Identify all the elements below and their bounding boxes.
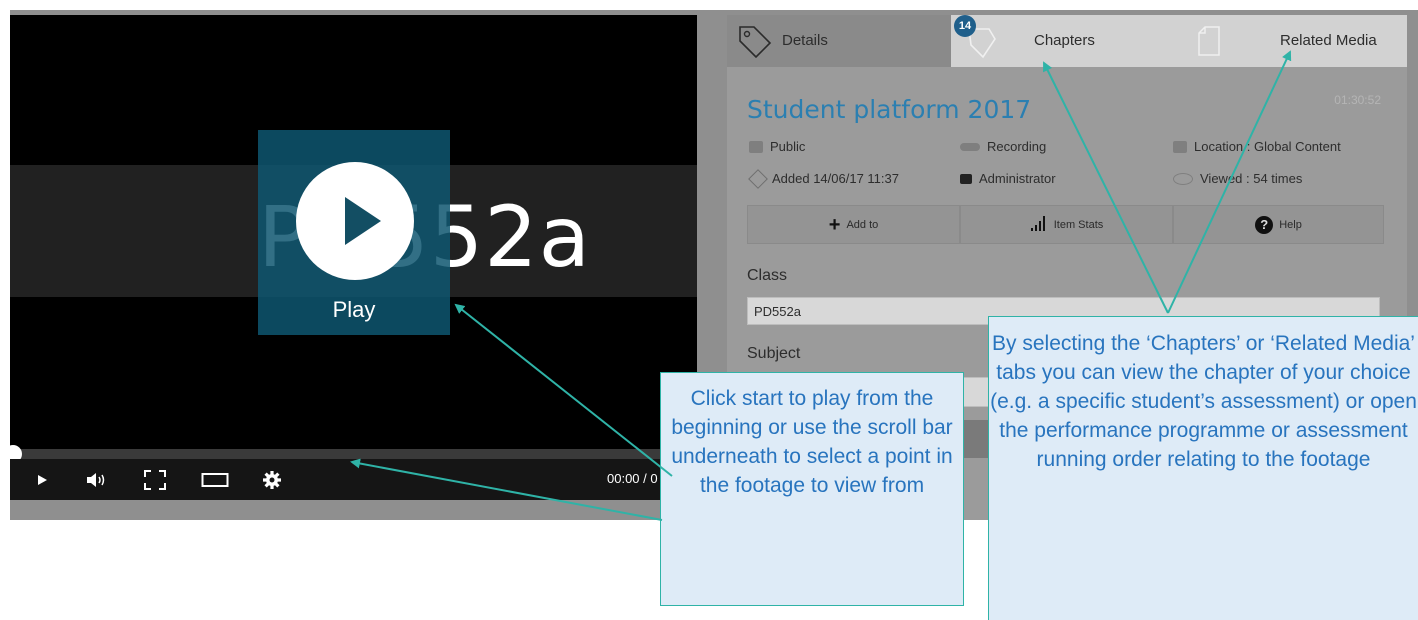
location-info: Location : Global Content	[1173, 139, 1341, 154]
video-player[interactable]: PD552a Play 00:00 / 0	[10, 15, 697, 520]
tab-bar: Details Chapters Related Media	[727, 15, 1407, 67]
recording-icon	[960, 142, 980, 151]
help-label: Help	[1279, 218, 1302, 231]
tab-details-label: Details	[782, 32, 828, 49]
type-info: Recording	[960, 139, 1046, 154]
added-info: Added 14/06/17 11:37	[748, 168, 899, 189]
folder-icon	[1173, 140, 1187, 153]
item-stats-label: Item Stats	[1053, 218, 1104, 231]
callout-play-instructions: Click start to play from the beginning o…	[660, 372, 964, 606]
play-icon[interactable]	[30, 459, 54, 500]
big-play-button[interactable]: Play	[258, 130, 450, 335]
tab-related-media-label: Related Media	[1280, 32, 1377, 49]
tab-details[interactable]: Details	[727, 15, 951, 67]
owner-info: Administrator	[960, 171, 1056, 186]
document-icon	[1197, 25, 1221, 62]
chapters-count-badge: 14	[954, 15, 976, 37]
fullscreen-icon[interactable]	[142, 459, 168, 500]
tab-related-media[interactable]: Related Media	[1184, 15, 1407, 67]
callout-tabs-instructions: By selecting the ‘Chapters’ or ‘Related …	[988, 316, 1418, 620]
type-text: Recording	[987, 139, 1047, 154]
add-to-button[interactable]: + Add to	[747, 205, 960, 244]
presenter-icon	[960, 173, 972, 184]
views-text: Viewed : 54 times	[1200, 171, 1303, 186]
lock-icon	[749, 140, 763, 153]
player-controls: 00:00 / 0	[10, 459, 697, 500]
media-duration: 01:30:52	[1334, 93, 1381, 107]
added-text: Added 14/06/17 11:37	[772, 171, 899, 186]
owner-text: Administrator	[979, 171, 1056, 186]
item-stats-button[interactable]: Item Stats	[960, 205, 1173, 244]
time-display: 00:00 / 0	[607, 471, 658, 486]
progress-bar[interactable]	[10, 449, 697, 459]
visibility-text: Public	[770, 139, 806, 154]
media-title: Student platform 2017	[747, 95, 1032, 124]
theater-mode-icon[interactable]	[198, 459, 232, 500]
add-to-label: Add to	[846, 218, 879, 231]
class-heading: Class	[747, 267, 788, 284]
views-info: Viewed : 54 times	[1173, 171, 1302, 186]
location-text: Location : Global Content	[1194, 139, 1341, 154]
visibility-info: Public	[749, 139, 805, 154]
volume-icon[interactable]	[82, 459, 112, 500]
help-button[interactable]: ? Help	[1173, 205, 1384, 244]
plus-icon: +	[828, 213, 841, 236]
gear-icon[interactable]	[258, 459, 286, 500]
eye-icon	[1173, 172, 1193, 185]
subject-heading: Subject	[747, 345, 801, 362]
tag-icon	[737, 24, 773, 63]
help-icon: ?	[1255, 215, 1274, 234]
stats-icon	[1030, 215, 1048, 234]
player-footer	[10, 500, 697, 520]
tab-chapters-label: Chapters	[1034, 32, 1095, 49]
pencil-icon	[748, 168, 768, 189]
play-circle-icon[interactable]	[296, 162, 414, 280]
tab-chapters[interactable]: Chapters	[951, 15, 1184, 67]
play-label: Play	[332, 297, 376, 322]
